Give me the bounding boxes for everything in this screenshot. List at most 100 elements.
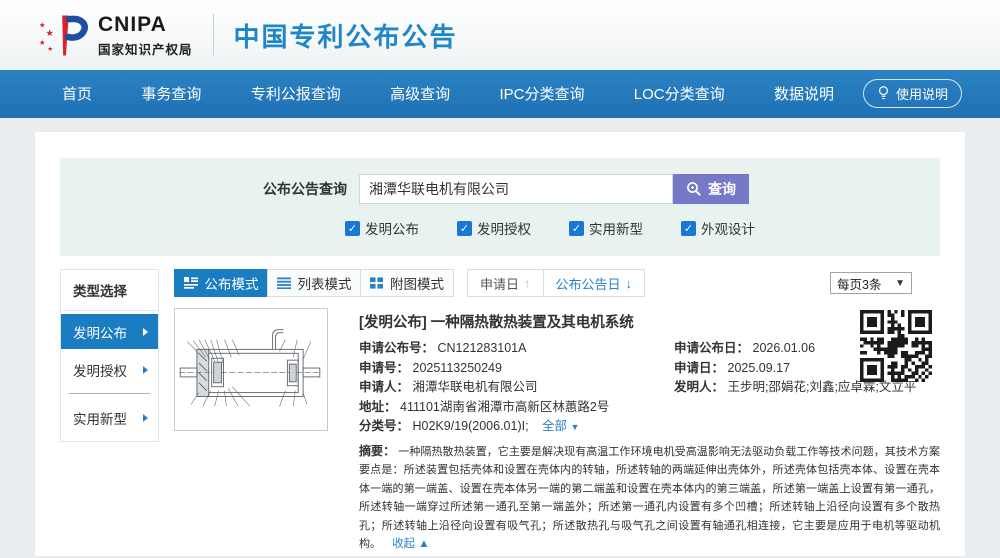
arrow-right-icon — [143, 328, 148, 336]
page-header: ★ ★ ★ ★ CNIPA 国家知识产权局 中国专利公布公告 — [0, 0, 1000, 70]
sidebar-title: 类型选择 — [61, 270, 158, 311]
tab-label: 列表模式 — [298, 273, 352, 293]
qr-code — [860, 310, 932, 382]
triangle-up-icon: ▲ — [418, 538, 429, 550]
field-row: 分类号： H02K9/19(2006.01)I; 全部 ▼ — [359, 417, 940, 438]
tab-list-mode[interactable]: 列表模式 — [267, 269, 361, 297]
sort-by-application-date[interactable]: 申请日 ↑ — [467, 269, 544, 297]
help-button-label: 使用说明 — [896, 84, 948, 103]
arrow-down-icon: ↓ — [626, 276, 633, 291]
svg-text:★: ★ — [47, 46, 53, 53]
list-icon — [277, 277, 291, 289]
search-input[interactable] — [359, 174, 673, 204]
patent-details: [发明公布] 一种隔热散热装置及其电机系统 申请公布号： CN121283101… — [359, 308, 940, 558]
tab-publication-mode[interactable]: 公布模式 — [174, 269, 268, 297]
sort-label: 公布公告日 — [556, 274, 621, 293]
field-row: 申请公布号： CN121283101A 申请公布日： 2026.01.06 — [359, 339, 940, 359]
cnipa-emblem-icon: ★ ★ ★ ★ — [38, 11, 92, 59]
nav-item-advanced-query[interactable]: 高级查询 — [390, 83, 450, 104]
checkbox-checked-icon[interactable] — [457, 221, 472, 236]
header-divider — [213, 14, 214, 56]
field-label: 发明人： — [674, 380, 724, 394]
filter-design[interactable]: 外观设计 — [681, 218, 755, 238]
page-size-value: 每页3条 — [837, 274, 881, 293]
sidebar-item-utility-model[interactable]: 实用新型 — [61, 400, 158, 435]
nav-item-gazette-query[interactable]: 专利公报查询 — [251, 83, 341, 104]
help-button[interactable]: 使用说明 — [863, 79, 962, 108]
checkbox-checked-icon[interactable] — [569, 221, 584, 236]
checkbox-checked-icon[interactable] — [345, 221, 360, 236]
arrow-up-icon: ↑ — [524, 276, 531, 291]
cnipa-logo: ★ ★ ★ ★ CNIPA 国家知识产权局 — [38, 11, 193, 59]
nav-item-home[interactable]: 首页 — [62, 83, 92, 104]
classification-code: H02K9/19(2006.01)I; — [413, 419, 529, 433]
search-button-label: 查询 — [708, 179, 736, 199]
nav-item-data-description[interactable]: 数据说明 — [774, 83, 834, 104]
application-number: 2025113250249 — [413, 361, 502, 375]
sidebar-item-invention-grant[interactable]: 发明授权 — [61, 352, 158, 387]
page-size-select[interactable]: 每页3条 ▼ — [830, 272, 912, 294]
search-button[interactable]: 查询 — [673, 174, 749, 204]
patent-thumbnail[interactable] — [174, 308, 328, 431]
filter-label: 外观设计 — [701, 218, 755, 238]
field-label: 申请公布号： — [359, 341, 434, 355]
field-label: 地址： — [359, 400, 397, 414]
main-content: 公布公告查询 查询 发明公布 发明授权 — [35, 132, 965, 556]
field-row: 申请人： 湘潭华联电机有限公司 发明人： 王步明;邵娟花;刘鑫;应卓霖;文立平 — [359, 378, 940, 398]
field-row: 地址： 411101湖南省湘潭市高新区林蕙路2号 — [359, 398, 940, 418]
patent-title-row: [发明公布] 一种隔热散热装置及其电机系统 — [359, 311, 940, 332]
triangle-down-icon: ▼ — [571, 422, 580, 432]
search-label: 公布公告查询 — [263, 179, 347, 199]
filter-invention-publication[interactable]: 发明公布 — [345, 218, 419, 238]
sidebar-item-label: 发明授权 — [73, 360, 127, 380]
field-label: 申请号： — [359, 361, 409, 375]
applicant-name: 湘潭华联电机有限公司 — [413, 380, 538, 394]
patent-tag: [发明公布] — [359, 315, 427, 331]
arrow-right-icon — [143, 414, 148, 422]
filter-label: 发明授权 — [477, 218, 531, 238]
field-label: 申请日： — [674, 361, 724, 375]
patent-result-item: [发明公布] 一种隔热散热装置及其电机系统 申请公布号： CN121283101… — [174, 308, 940, 558]
sort-by-publication-date[interactable]: 公布公告日 ↓ — [543, 269, 646, 297]
logo-org-name: 国家知识产权局 — [98, 39, 193, 58]
main-nav: 首页 事务查询 专利公报查询 高级查询 IPC分类查询 LOC分类查询 数据说明… — [0, 70, 1000, 118]
lightbulb-icon — [877, 85, 890, 101]
sidebar-item-invention-publication[interactable]: 发明公布 — [61, 314, 158, 349]
sidebar-separator — [69, 393, 150, 394]
arrow-right-icon — [143, 366, 148, 374]
collapse-abstract-link[interactable]: 收起 ▲ — [392, 538, 430, 550]
sidebar-item-label: 发明公布 — [73, 322, 127, 342]
abstract-label: 摘要： — [359, 444, 395, 458]
nav-item-loc-query[interactable]: LOC分类查询 — [634, 83, 725, 104]
tab-figure-mode[interactable]: 附图模式 — [360, 269, 454, 297]
filter-utility-model[interactable]: 实用新型 — [569, 218, 643, 238]
nav-item-ipc-query[interactable]: IPC分类查询 — [499, 83, 584, 104]
svg-text:★: ★ — [45, 28, 53, 38]
patent-abstract: 摘要： 一种隔热散热装置，它主要是解决现有高温工作环境电机受高温影响无法驱动负载… — [359, 442, 940, 554]
search-panel: 公布公告查询 查询 发明公布 发明授权 — [60, 158, 940, 256]
results-area: 公布模式 列表模式 — [174, 269, 940, 558]
field-row: 申请号： 2025113250249 申请日： 2025.09.17 — [359, 359, 940, 379]
filter-invention-grant[interactable]: 发明授权 — [457, 218, 531, 238]
field-label: 申请人： — [359, 380, 409, 394]
svg-text:★: ★ — [39, 38, 46, 47]
application-date: 2025.09.17 — [728, 361, 791, 375]
applicant-address: 411101湖南省湘潭市高新区林蕙路2号 — [400, 400, 609, 414]
magnifier-icon — [686, 181, 702, 197]
page-title: 中国专利公布公告 — [234, 17, 458, 54]
publication-date: 2026.01.06 — [753, 341, 816, 355]
sort-label: 申请日 — [480, 274, 519, 293]
results-toolbar: 公布模式 列表模式 — [174, 269, 940, 297]
filter-label: 实用新型 — [589, 218, 643, 238]
chevron-down-icon: ▼ — [895, 278, 905, 289]
field-label: 分类号： — [359, 419, 409, 433]
nav-item-transaction-query[interactable]: 事务查询 — [141, 83, 201, 104]
grid-icon — [370, 277, 383, 289]
inventors-list: 王步明;邵娟花;刘鑫;应卓霖;文立平 — [728, 380, 917, 394]
patent-drawing — [177, 312, 325, 428]
checkbox-checked-icon[interactable] — [681, 221, 696, 236]
filter-label: 发明公布 — [365, 218, 419, 238]
logo-acronym: CNIPA — [98, 13, 193, 37]
classification-all-link[interactable]: 全部 ▼ — [542, 419, 579, 433]
publication-number: CN121283101A — [438, 341, 527, 355]
